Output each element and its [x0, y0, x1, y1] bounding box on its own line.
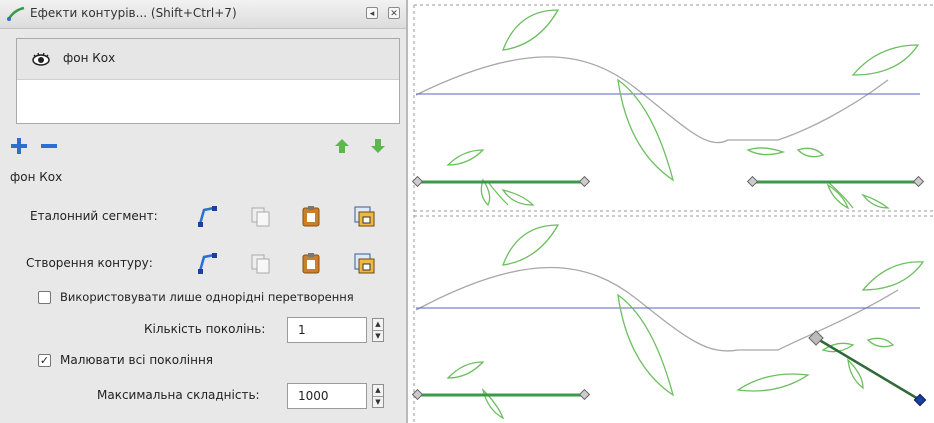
uniform-transforms-checkbox[interactable] [38, 291, 51, 304]
path-effects-icon [6, 6, 25, 21]
draw-all-generations-label: Малювати всі покоління [60, 353, 214, 367]
dialog-titlebar[interactable]: Ефекти контурів... (Shift+Ctrl+7) ◂ ✕ [0, 0, 406, 29]
remove-effect-icon[interactable] [40, 137, 58, 155]
generated-path-branches [487, 181, 854, 209]
move-down-icon[interactable] [370, 138, 386, 154]
skeleton-path [415, 266, 899, 352]
effects-list-item[interactable]: фон Кох [17, 39, 399, 80]
edit-on-canvas-icon[interactable] [196, 251, 220, 275]
node-handle [578, 175, 591, 188]
eye-icon[interactable] [31, 51, 51, 67]
paste-path-icon[interactable] [299, 204, 323, 228]
node-handle [912, 175, 925, 188]
spin-up-icon[interactable]: ▲ [373, 385, 383, 396]
skeleton-path [415, 56, 889, 144]
spin-down-icon[interactable]: ▼ [373, 330, 383, 342]
link-path-icon[interactable] [352, 204, 376, 228]
path-effects-dialog: Ефекти контурів... (Shift+Ctrl+7) ◂ ✕ фо… [0, 0, 408, 423]
spin-up-icon[interactable]: ▲ [373, 319, 383, 330]
uniform-transforms-label: Використовувати лише однорідні перетворе… [60, 290, 354, 304]
effect-name-label: фон Кох [10, 170, 63, 184]
effects-list[interactable]: фон Кох [16, 38, 400, 124]
node-handle [578, 388, 591, 401]
node-handle [746, 175, 759, 188]
page-border [413, 4, 934, 423]
spin-down-icon[interactable]: ▼ [373, 396, 383, 408]
example-top [411, 9, 925, 210]
reference-segment-diagonal [815, 336, 921, 402]
link-path-icon[interactable] [352, 251, 376, 275]
copy-path-icon[interactable] [248, 204, 272, 228]
path-generation-label: Створення контуру: [26, 256, 153, 270]
node-handle-selected [913, 393, 927, 407]
max-complexity-input[interactable]: 1000 [287, 383, 367, 409]
drawing-canvas[interactable] [408, 0, 934, 423]
draw-all-generations-checkbox[interactable]: ✓ [38, 354, 51, 367]
effects-list-item-label: фон Кох [63, 51, 116, 65]
iconify-button[interactable]: ◂ [366, 7, 378, 19]
max-complexity-label: Максимальна складність: [97, 388, 260, 402]
add-effect-icon[interactable] [10, 137, 28, 155]
dialog-title: Ефекти контурів... (Shift+Ctrl+7) [30, 6, 237, 20]
move-up-icon[interactable] [334, 138, 350, 154]
node-handle [411, 175, 424, 188]
leaves [446, 224, 925, 420]
node-handle [808, 330, 824, 346]
close-button[interactable]: ✕ [388, 7, 400, 19]
edit-on-canvas-icon[interactable] [196, 204, 220, 228]
example-bottom [411, 224, 927, 420]
leaves [446, 9, 920, 210]
generations-input[interactable]: 1 [287, 317, 367, 343]
generations-spinner[interactable]: ▲ ▼ [372, 318, 384, 342]
paste-path-icon[interactable] [299, 251, 323, 275]
copy-path-icon[interactable] [248, 251, 272, 275]
max-complexity-spinner[interactable]: ▲ ▼ [372, 384, 384, 408]
generations-label: Кількість поколінь: [144, 322, 266, 336]
reference-segment-label: Еталонний сегмент: [30, 209, 158, 223]
